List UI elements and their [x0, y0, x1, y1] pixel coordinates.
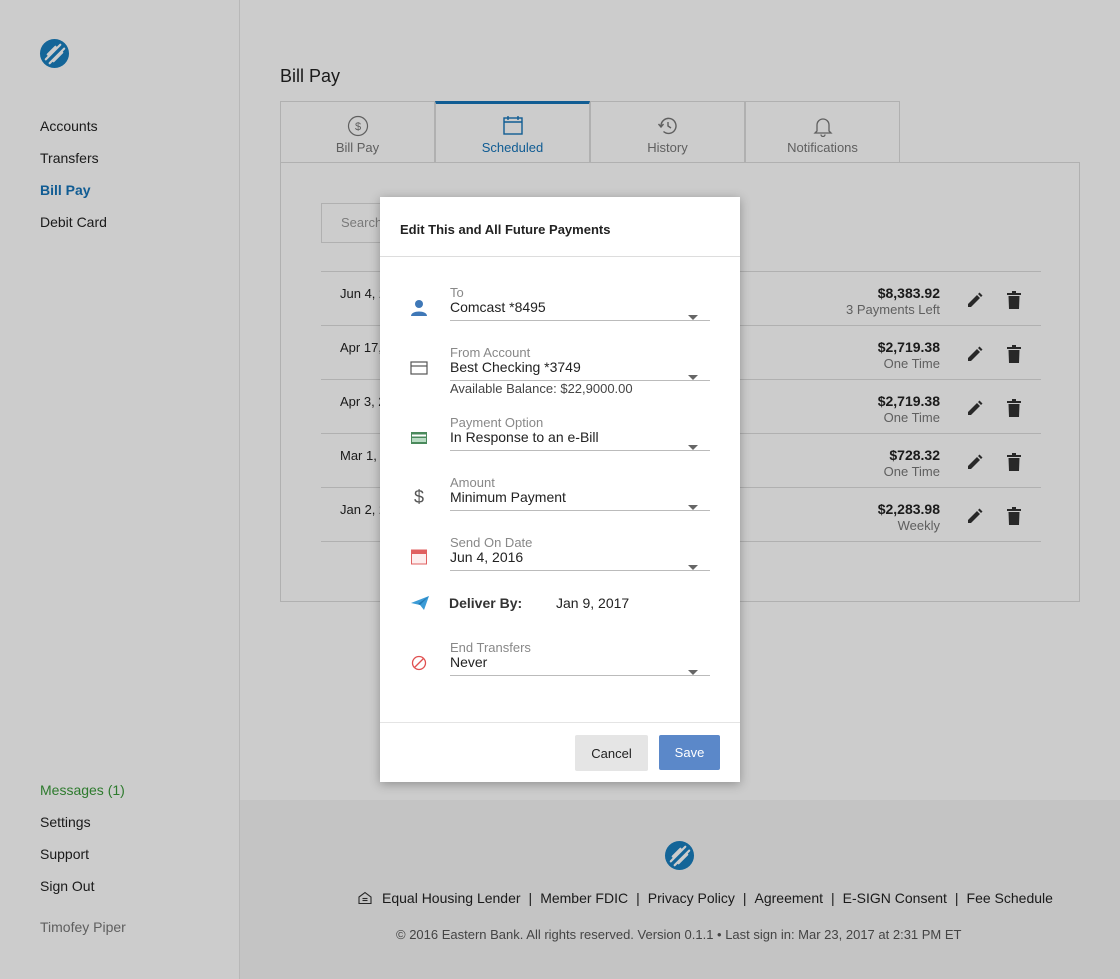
cancel-button[interactable]: Cancel [575, 735, 648, 771]
field-value: Jun 4, 2016 [450, 549, 524, 565]
field-value: Minimum Payment [450, 489, 566, 505]
field-label: Amount [450, 475, 495, 490]
field-label: Send On Date [450, 535, 533, 550]
chevron-down-icon [688, 445, 698, 450]
field-label: End Transfers [450, 640, 531, 655]
chevron-down-icon [688, 565, 698, 570]
prohibited-icon [411, 655, 427, 671]
svg-text:$: $ [414, 487, 424, 505]
to-field[interactable]: To Comcast *8495 [410, 285, 710, 321]
deliver-by-date: Jan 9, 2017 [556, 595, 630, 611]
to-select[interactable]: Comcast *8495 [450, 299, 710, 321]
field-label: To [450, 285, 464, 300]
from-account-select[interactable]: Best Checking *3749 [450, 359, 710, 381]
person-icon [411, 300, 427, 316]
field-value: Never [450, 654, 488, 670]
end-transfers-field[interactable]: End Transfers Never [410, 640, 710, 676]
chevron-down-icon [688, 670, 698, 675]
available-balance: Available Balance: $22,9000.00 [450, 381, 633, 396]
paper-plane-icon [411, 596, 429, 610]
chevron-down-icon [688, 315, 698, 320]
edit-payment-dialog: Edit This and All Future Payments To Com… [380, 197, 740, 782]
amount-select[interactable]: Minimum Payment [450, 489, 710, 511]
field-value: Best Checking *3749 [450, 359, 581, 375]
dollar-icon: $ [414, 487, 424, 505]
deliver-by: Deliver By: Jan 9, 2017 [410, 594, 710, 614]
send-on-date-field[interactable]: Send On Date Jun 4, 2016 [410, 535, 710, 571]
ebill-icon [411, 432, 427, 444]
calendar-icon [411, 549, 427, 565]
card-icon [410, 361, 428, 375]
end-transfers-select[interactable]: Never [450, 654, 710, 676]
amount-field[interactable]: $ Amount Minimum Payment [410, 475, 710, 511]
dialog-title: Edit This and All Future Payments [380, 197, 740, 257]
field-value: In Response to an e-Bill [450, 429, 599, 445]
dialog-footer: Cancel Save [380, 722, 740, 782]
field-label: Payment Option [450, 415, 544, 430]
chevron-down-icon [688, 505, 698, 510]
from-account-field[interactable]: From Account Best Checking *3749 Availab… [410, 345, 710, 401]
deliver-by-label: Deliver By: [449, 595, 523, 611]
payment-option-select[interactable]: In Response to an e-Bill [450, 429, 710, 451]
save-button[interactable]: Save [659, 735, 720, 770]
field-label: From Account [450, 345, 531, 360]
field-value: Comcast *8495 [450, 299, 546, 315]
send-date-select[interactable]: Jun 4, 2016 [450, 549, 710, 571]
chevron-down-icon [688, 375, 698, 380]
payment-option-field[interactable]: Payment Option In Response to an e-Bill [410, 415, 710, 451]
